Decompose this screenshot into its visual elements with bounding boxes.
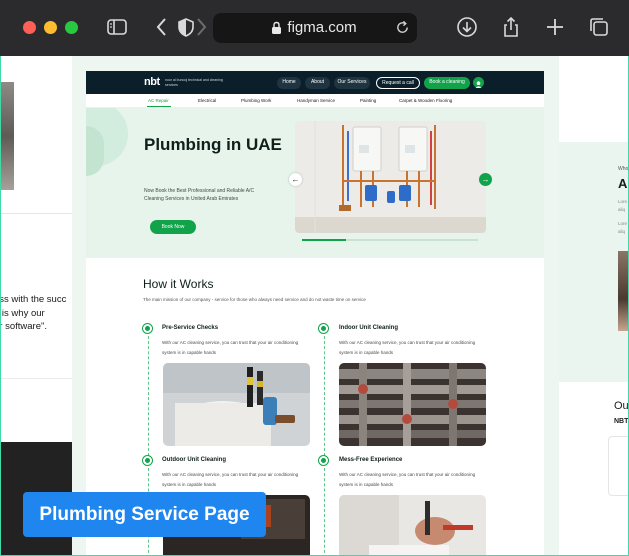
nav-home[interactable]: Home (277, 77, 301, 89)
divider (0, 213, 72, 214)
user-icon[interactable] (473, 77, 484, 88)
body-text: Lore (618, 199, 628, 204)
step-connector (324, 468, 325, 556)
nav-about[interactable]: About (305, 77, 330, 89)
logo[interactable]: nbt (144, 76, 160, 88)
step-connector (324, 336, 325, 456)
step-marker (319, 456, 328, 465)
step-image-indoor-unit (339, 363, 486, 446)
step-description: With our AC cleaning service, you can tr… (339, 472, 476, 487)
back-icon[interactable] (149, 14, 175, 40)
download-icon[interactable] (454, 14, 480, 40)
minimize-window-button[interactable] (44, 21, 57, 34)
how-it-works-title: How it Works (143, 277, 214, 291)
left-frame-photo (0, 82, 14, 190)
address-bar[interactable]: figma.com (213, 13, 417, 43)
section-eyebrow: Who (618, 166, 629, 172)
forward-icon[interactable] (189, 14, 215, 40)
tab-overview-icon[interactable] (586, 14, 612, 40)
subnav-electrical[interactable]: Electrical (198, 98, 216, 103)
sidebar-toggle-icon[interactable] (104, 14, 130, 40)
reload-icon[interactable] (395, 20, 410, 35)
step-title: Pre-Service Checks (162, 325, 219, 331)
browser-toolbar: figma.com (0, 0, 629, 56)
quote-line: h is why our (0, 307, 45, 319)
request-call-button[interactable]: Request a call (376, 77, 420, 89)
divider (0, 378, 72, 379)
service-subnav: AC Repair Electrical Plumbing Work Handy… (86, 94, 544, 108)
step-image-pre-service (163, 363, 310, 446)
page-label-badge: Plumbing Service Page (23, 492, 266, 537)
subnav-painting[interactable]: Painting (360, 98, 376, 103)
step-marker (143, 324, 152, 333)
step-description: With our AC cleaning service, you can tr… (162, 472, 299, 487)
share-icon[interactable] (498, 14, 524, 40)
brand-label: NBT (614, 418, 629, 425)
section-heading: Ou (614, 400, 629, 412)
step-description: With our AC cleaning service, you can tr… (162, 340, 299, 355)
top-navigation: nbt noor al bunooj technical and cleanin… (86, 71, 544, 94)
hero-section: Plumbing in UAE Now Book the Best Profes… (86, 108, 544, 258)
subnav-ac-repair[interactable]: AC Repair (148, 98, 169, 103)
card (608, 436, 629, 496)
carousel-next-button[interactable]: → (479, 173, 492, 186)
active-tab-indicator (147, 106, 171, 107)
section-heading: Al (618, 176, 629, 191)
body-text: aliq (618, 207, 626, 212)
hero-title: Plumbing in UAE (144, 135, 282, 154)
new-tab-icon[interactable] (542, 14, 568, 40)
zoom-window-button[interactable] (65, 21, 78, 34)
right-frame-photo (618, 251, 629, 331)
step-title: Indoor Unit Cleaning (339, 325, 398, 331)
step-image-mess-free (339, 495, 486, 556)
carousel-progress (302, 239, 478, 241)
carousel-prev-button[interactable]: ← (289, 173, 302, 186)
url-text: figma.com (287, 19, 357, 36)
step-description: With our AC cleaning service, you can tr… (339, 340, 476, 355)
close-window-button[interactable] (23, 21, 36, 34)
how-it-works-subtitle: The main mission of our company - servic… (143, 297, 366, 302)
step-title: Mess-Free Experience (339, 457, 403, 463)
step-marker (319, 324, 328, 333)
quote-line: ur software". (0, 321, 48, 332)
book-cleaning-button[interactable]: Book a cleaning (424, 77, 470, 89)
testimonial-quote: ess with the succ h is why our ur softwa… (0, 293, 72, 334)
subnav-handyman-service[interactable]: Handyman Service (297, 98, 335, 103)
left-frame-preview: ess with the succ h is why our ur softwa… (0, 56, 72, 556)
nav-our-services[interactable]: Our Services (334, 77, 370, 89)
right-frame-preview: Who Al Lore aliq Lore aliq Ou NBT (559, 56, 629, 556)
subnav-plumbing-work[interactable]: Plumbing Work (241, 98, 271, 103)
hero-image-water-heaters (295, 121, 486, 233)
step-title: Outdoor Unit Cleaning (162, 457, 226, 463)
body-text: aliq (618, 229, 626, 234)
step-marker (143, 456, 152, 465)
book-now-button[interactable]: Book Now (150, 220, 196, 234)
logo-tagline: noor al bunooj technical and cleaning se… (165, 78, 223, 87)
step-connector (148, 336, 149, 456)
body-text: Lore (618, 221, 628, 226)
design-canvas[interactable]: ess with the succ h is why our ur softwa… (0, 56, 629, 556)
hero-subtitle: Now Book the Best Professional and Relia… (144, 188, 255, 202)
subnav-carpet-flooring[interactable]: Carpet & Wooden Flooring (399, 98, 452, 103)
quote-line: ess with the succ (0, 294, 67, 305)
plumbing-page-frame[interactable]: nbt noor al bunooj technical and cleanin… (86, 71, 544, 556)
carousel-progress-fill (302, 239, 346, 241)
